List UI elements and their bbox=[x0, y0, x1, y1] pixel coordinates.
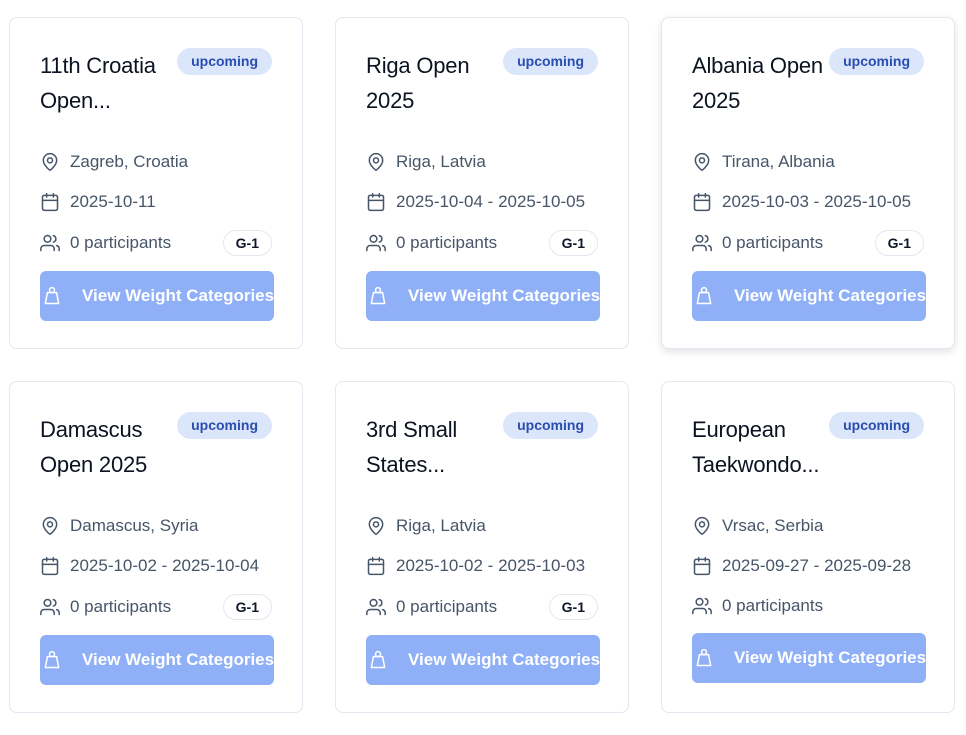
status-badge: upcoming bbox=[503, 48, 598, 75]
location-row: Riga, Latvia bbox=[366, 514, 486, 538]
location-text: Tirana, Albania bbox=[722, 152, 835, 171]
users-icon bbox=[692, 233, 712, 253]
button-label: View Weight Categories bbox=[408, 286, 600, 305]
calendar-icon bbox=[692, 192, 712, 212]
tournament-card: 11th Croatia Open... upcoming Zagreb, Cr… bbox=[9, 17, 303, 349]
status-badge: upcoming bbox=[503, 412, 598, 439]
calendar-icon bbox=[692, 556, 712, 576]
location-row: Zagreb, Croatia bbox=[40, 150, 188, 174]
calendar-icon bbox=[366, 556, 386, 576]
grade-badge: G-1 bbox=[222, 230, 272, 256]
tournament-title: European Taekwondo... bbox=[692, 417, 820, 477]
participants-row: 0 participants bbox=[366, 595, 497, 619]
map-pin-icon bbox=[366, 516, 386, 536]
button-label: View Weight Categories bbox=[734, 648, 926, 667]
users-icon bbox=[40, 233, 60, 253]
tournament-grid: 11th Croatia Open... upcoming Zagreb, Cr… bbox=[0, 0, 966, 735]
participants-text: 0 participants bbox=[722, 233, 824, 252]
map-pin-icon bbox=[40, 152, 60, 172]
date-text: 2025-10-11 bbox=[70, 192, 156, 211]
button-label: View Weight Categories bbox=[82, 286, 274, 305]
participants-text: 0 participants bbox=[396, 597, 498, 616]
button-label: View Weight Categories bbox=[408, 650, 600, 669]
status-badge: upcoming bbox=[177, 48, 272, 75]
grade-badge: G-1 bbox=[548, 594, 598, 620]
date-row: 2025-10-11 bbox=[40, 190, 156, 214]
location-row: Riga, Latvia bbox=[366, 150, 486, 174]
date-row: 2025-10-02 - 2025-10-04 bbox=[40, 554, 259, 578]
weight-icon bbox=[368, 650, 388, 670]
weight-icon bbox=[42, 650, 62, 670]
grade-badge: G-1 bbox=[222, 594, 272, 620]
date-text: 2025-10-04 - 2025-10-05 bbox=[396, 192, 586, 211]
users-icon bbox=[366, 233, 386, 253]
users-icon bbox=[692, 596, 712, 616]
participants-text: 0 participants bbox=[70, 233, 172, 252]
button-label: View Weight Categories bbox=[82, 650, 274, 669]
tournament-title: Albania Open 2025 bbox=[692, 53, 823, 113]
view-weight-categories-button[interactable]: View Weight Categories bbox=[692, 633, 926, 683]
users-icon bbox=[366, 597, 386, 617]
participants-row: 0 participants bbox=[692, 594, 823, 618]
button-label: View Weight Categories bbox=[734, 286, 926, 305]
tournament-card: Riga Open 2025 upcoming Riga, Latvia 202… bbox=[335, 17, 629, 349]
weight-icon bbox=[694, 286, 714, 306]
tournament-title: Riga Open 2025 bbox=[366, 53, 470, 113]
date-text: 2025-10-03 - 2025-10-05 bbox=[722, 192, 912, 211]
tournament-card: Albania Open 2025 upcoming Tirana, Alban… bbox=[661, 17, 955, 349]
location-row: Damascus, Syria bbox=[40, 514, 198, 538]
tournament-title: 11th Croatia Open... bbox=[40, 53, 156, 113]
date-text: 2025-10-02 - 2025-10-03 bbox=[396, 556, 586, 575]
calendar-icon bbox=[40, 556, 60, 576]
participants-row: 0 participants bbox=[692, 231, 823, 255]
status-badge: upcoming bbox=[829, 412, 924, 439]
participants-text: 0 participants bbox=[722, 596, 824, 615]
view-weight-categories-button[interactable]: View Weight Categories bbox=[692, 271, 926, 321]
tournament-card: Damascus Open 2025 upcoming Damascus, Sy… bbox=[9, 381, 303, 713]
date-row: 2025-10-03 - 2025-10-05 bbox=[692, 190, 911, 214]
participants-text: 0 participants bbox=[70, 597, 172, 616]
map-pin-icon bbox=[40, 516, 60, 536]
location-text: Vrsac, Serbia bbox=[722, 516, 824, 535]
participants-row: 0 participants bbox=[40, 595, 171, 619]
location-text: Riga, Latvia bbox=[396, 516, 486, 535]
weight-icon bbox=[368, 286, 388, 306]
weight-icon bbox=[42, 286, 62, 306]
map-pin-icon bbox=[692, 152, 712, 172]
status-badge: upcoming bbox=[177, 412, 272, 439]
tournament-title: Damascus Open 2025 bbox=[40, 417, 148, 477]
view-weight-categories-button[interactable]: View Weight Categories bbox=[40, 635, 274, 685]
map-pin-icon bbox=[366, 152, 386, 172]
location-text: Zagreb, Croatia bbox=[70, 152, 189, 171]
date-row: 2025-09-27 - 2025-09-28 bbox=[692, 554, 911, 578]
calendar-icon bbox=[366, 192, 386, 212]
date-row: 2025-10-02 - 2025-10-03 bbox=[366, 554, 585, 578]
location-text: Damascus, Syria bbox=[70, 516, 199, 535]
grade-badge: G-1 bbox=[548, 230, 598, 256]
weight-icon bbox=[694, 648, 714, 668]
status-badge: upcoming bbox=[829, 48, 924, 75]
users-icon bbox=[40, 597, 60, 617]
participants-row: 0 participants bbox=[40, 231, 171, 255]
view-weight-categories-button[interactable]: View Weight Categories bbox=[366, 271, 600, 321]
tournament-card: European Taekwondo... upcoming Vrsac, Se… bbox=[661, 381, 955, 713]
tournament-title: 3rd Small States... bbox=[366, 417, 458, 477]
date-row: 2025-10-04 - 2025-10-05 bbox=[366, 190, 585, 214]
map-pin-icon bbox=[692, 516, 712, 536]
location-row: Tirana, Albania bbox=[692, 150, 835, 174]
view-weight-categories-button[interactable]: View Weight Categories bbox=[366, 635, 600, 685]
view-weight-categories-button[interactable]: View Weight Categories bbox=[40, 271, 274, 321]
tournament-card: 3rd Small States... upcoming Riga, Latvi… bbox=[335, 381, 629, 713]
location-row: Vrsac, Serbia bbox=[692, 514, 823, 538]
participants-text: 0 participants bbox=[396, 233, 498, 252]
grade-badge: G-1 bbox=[874, 230, 924, 256]
location-text: Riga, Latvia bbox=[396, 152, 486, 171]
date-text: 2025-10-02 - 2025-10-04 bbox=[70, 556, 260, 575]
participants-row: 0 participants bbox=[366, 231, 497, 255]
date-text: 2025-09-27 - 2025-09-28 bbox=[722, 556, 912, 575]
calendar-icon bbox=[40, 192, 60, 212]
